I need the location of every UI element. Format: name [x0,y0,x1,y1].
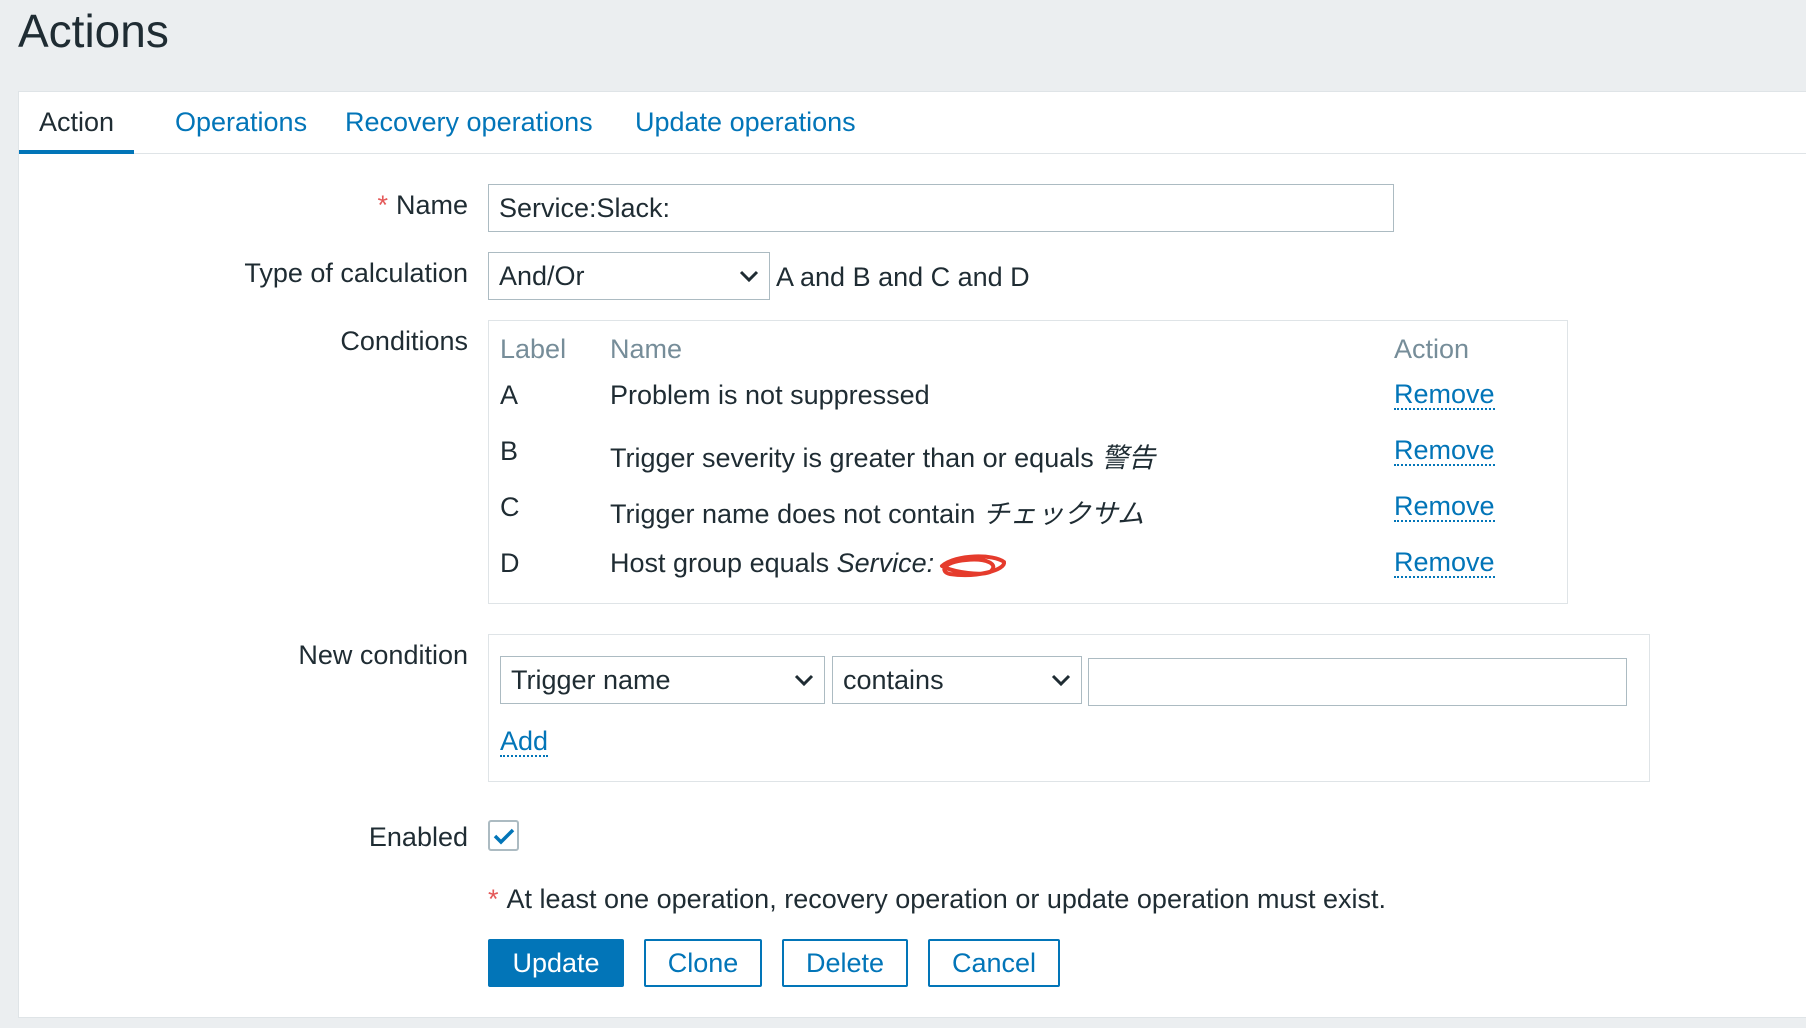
new-condition-operator-select[interactable]: contains [832,656,1082,704]
tab-bar: Action Operations Recovery operations Up… [19,92,1806,154]
condition-text: Trigger name does not contain [610,499,983,529]
add-condition-link[interactable]: Add [500,727,549,758]
condition-name: Trigger name does not contain チェックサム [610,492,1144,531]
new-condition-type-value: Trigger name [511,664,671,695]
tab-recovery-operations[interactable]: Recovery operations [325,92,613,154]
update-button[interactable]: Update [488,939,624,987]
remove-condition-link[interactable]: Remove [1394,436,1495,467]
name-input[interactable] [488,184,1394,232]
chevron-down-icon [1051,674,1071,687]
new-condition-value-input[interactable] [1088,658,1627,706]
cancel-button[interactable]: Cancel [928,939,1060,987]
enabled-checkbox[interactable] [488,820,519,851]
redaction-scribble [940,554,1007,577]
calc-formula: A and B and C and D [776,262,1030,292]
operation-required-note: * At least one operation, recovery operat… [488,884,1386,915]
conditions-header-label: Label [500,334,567,364]
remove-condition-link[interactable]: Remove [1394,492,1495,523]
condition-label: B [500,436,519,466]
condition-name: Problem is not suppressed [610,380,930,411]
name-label: * Name [377,190,468,221]
check-icon [493,828,514,844]
tab-operations[interactable]: Operations [155,92,327,154]
condition-label: A [500,380,519,410]
chevron-down-icon [739,270,759,283]
condition-value: チェックサム [982,499,1145,529]
conditions-label: Conditions [340,326,468,356]
new-condition-operator-value: contains [843,664,944,695]
condition-value: 警告 [1101,443,1156,473]
tab-action[interactable]: Action [19,92,135,154]
condition-name: Host group equals Service: [610,548,1008,580]
tab-update-operations[interactable]: Update operations [615,92,876,154]
calc-type-select[interactable]: And/Or [488,252,770,300]
calc-type-value: And/Or [499,260,585,291]
condition-label: C [500,492,520,522]
condition-value: Service: [836,548,935,578]
conditions-header-name: Name [610,334,683,364]
clone-button[interactable]: Clone [644,939,762,987]
remove-condition-link[interactable]: Remove [1394,380,1495,411]
condition-text: Host group equals [610,548,837,578]
enabled-label: Enabled [368,822,468,852]
operation-note-text: At least one operation, recovery operati… [506,884,1387,914]
required-mark: * [488,884,499,914]
conditions-header-action: Action [1394,334,1470,364]
new-condition-type-select[interactable]: Trigger name [500,656,825,704]
condition-label: D [500,548,520,578]
chevron-down-icon [794,674,814,687]
remove-condition-link[interactable]: Remove [1394,548,1495,579]
page-title: Actions [18,5,169,57]
delete-button[interactable]: Delete [782,939,908,987]
calc-type-label: Type of calculation [244,258,468,288]
condition-text: Problem is not suppressed [610,380,930,410]
condition-text: Trigger severity is greater than or equa… [610,443,1102,473]
name-label-text: Name [395,190,468,220]
required-mark: * [377,190,388,220]
condition-name: Trigger severity is greater than or equa… [610,436,1155,475]
new-condition-label: New condition [298,640,468,670]
